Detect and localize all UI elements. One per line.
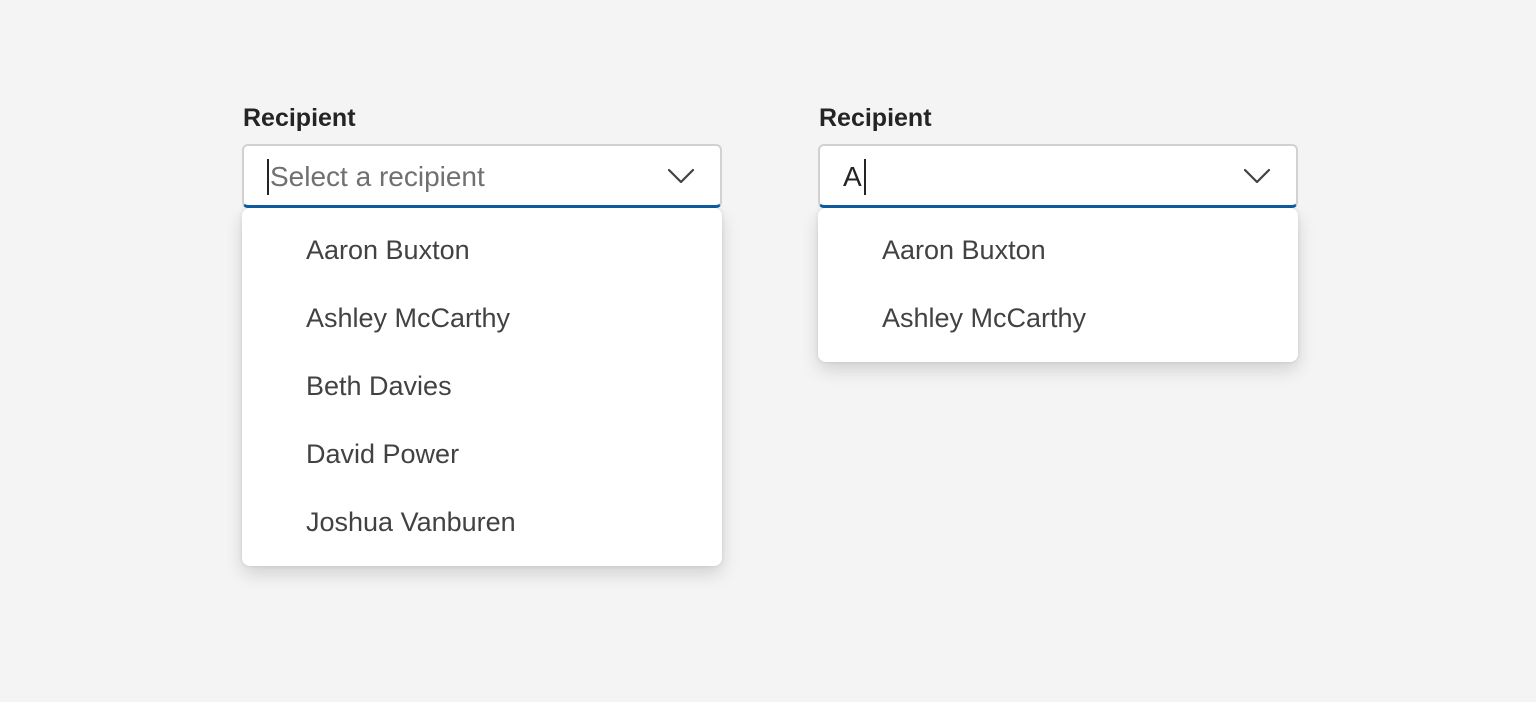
- input-content: Select a recipient: [267, 158, 485, 196]
- field-label: Recipient: [243, 104, 356, 132]
- recipient-combobox: Recipient Select a recipient Aaron Buxto…: [242, 100, 722, 566]
- text-caret: [267, 159, 269, 195]
- option-joshua-vanburen[interactable]: Joshua Vanburen: [242, 488, 722, 556]
- recipient-listbox: Aaron Buxton Ashley McCarthy: [818, 208, 1298, 362]
- recipient-input[interactable]: A: [818, 144, 1298, 208]
- input-content: A: [843, 158, 866, 196]
- text-caret: [863, 159, 866, 195]
- recipient-listbox: Aaron Buxton Ashley McCarthy Beth Davies…: [242, 208, 722, 566]
- field-label: Recipient: [819, 104, 932, 132]
- option-ashley-mccarthy[interactable]: Ashley McCarthy: [242, 284, 722, 352]
- input-value: A: [843, 161, 862, 192]
- option-ashley-mccarthy[interactable]: Ashley McCarthy: [818, 284, 1298, 352]
- input-placeholder: Select a recipient: [270, 161, 485, 192]
- option-aaron-buxton[interactable]: Aaron Buxton: [242, 216, 722, 284]
- recipient-input[interactable]: Select a recipient: [242, 144, 722, 208]
- option-aaron-buxton[interactable]: Aaron Buxton: [818, 216, 1298, 284]
- option-beth-davies[interactable]: Beth Davies: [242, 352, 722, 420]
- chevron-down-icon[interactable]: [666, 164, 696, 186]
- option-david-power[interactable]: David Power: [242, 420, 722, 488]
- recipient-combobox-filtered: Recipient A Aaron Buxton Ashley McCarthy: [818, 100, 1298, 362]
- chevron-down-icon[interactable]: [1242, 164, 1272, 186]
